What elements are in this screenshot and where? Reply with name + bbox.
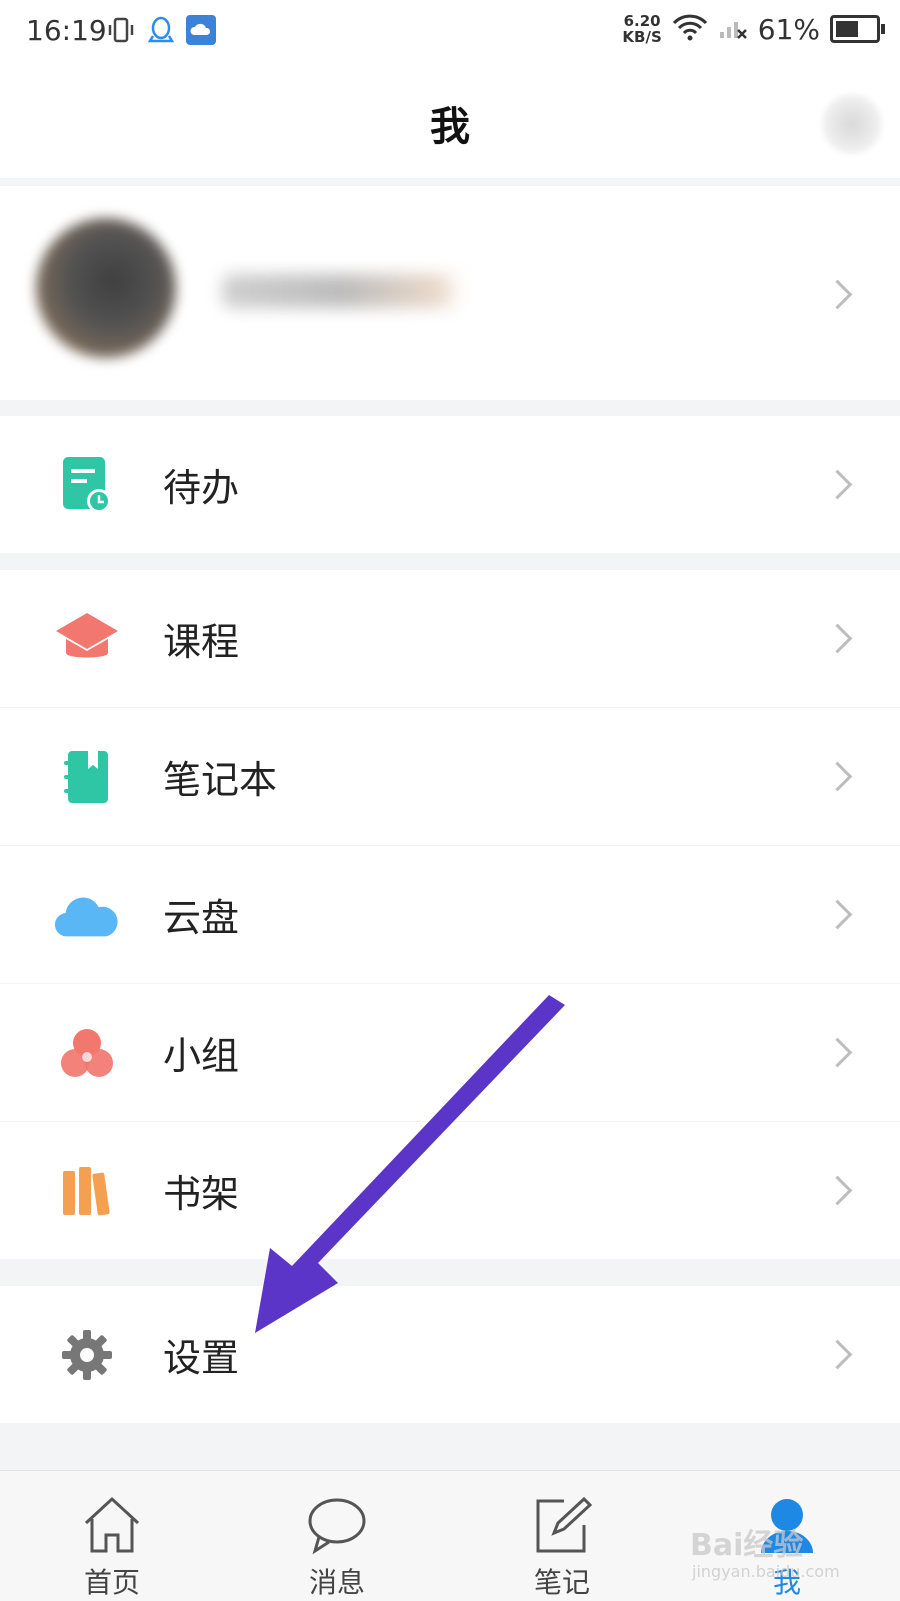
todo-icon xyxy=(54,452,120,518)
chevron-right-icon xyxy=(822,279,853,310)
vibrate-icon xyxy=(106,15,136,49)
qq-icon xyxy=(146,14,176,50)
menu-item-label: 云盘 xyxy=(163,896,240,940)
status-bar: 16:19 6.20 KB/S 61% xyxy=(0,0,900,66)
chevron-right-icon xyxy=(822,1037,853,1068)
avatar xyxy=(36,218,176,358)
chevron-right-icon xyxy=(822,1339,853,1370)
header-avatar[interactable] xyxy=(822,94,882,154)
profile-name xyxy=(222,274,462,308)
wifi-icon xyxy=(672,12,708,46)
status-time: 16:19 xyxy=(26,14,107,47)
tab-label: 笔记 xyxy=(533,1566,590,1599)
watermark-url: jingyan.baidu.com xyxy=(692,1562,840,1581)
groups-icon xyxy=(54,1020,120,1086)
net-speed: 6.20 KB/S xyxy=(622,13,661,45)
bookshelf-icon xyxy=(54,1158,120,1224)
menu-item-label: 课程 xyxy=(163,620,240,664)
notebook-icon xyxy=(54,744,120,810)
graduation-cap-icon xyxy=(54,606,120,672)
tab-home[interactable]: 首页 xyxy=(52,1493,172,1601)
chevron-right-icon xyxy=(822,623,853,654)
menu-item-bookshelf[interactable]: 书架 xyxy=(0,1121,900,1259)
status-notification-icons xyxy=(106,14,216,50)
menu-item-label: 待办 xyxy=(163,466,240,510)
menu-item-todo[interactable]: 待办 xyxy=(0,416,900,553)
tab-label: 首页 xyxy=(83,1566,140,1599)
chevron-right-icon xyxy=(822,1175,853,1206)
chevron-right-icon xyxy=(822,761,853,792)
menu-item-label: 设置 xyxy=(163,1336,240,1380)
tab-messages[interactable]: 消息 xyxy=(277,1493,397,1601)
cloud-app-icon xyxy=(186,15,216,49)
menu-item-label: 小组 xyxy=(163,1034,240,1078)
menu-item-label: 书架 xyxy=(163,1172,240,1216)
chevron-right-icon xyxy=(822,469,853,500)
menu-item-settings[interactable]: 设置 xyxy=(0,1286,900,1423)
battery-icon xyxy=(830,15,885,43)
page-title: 我 xyxy=(430,104,470,150)
battery-percent: 61% xyxy=(757,12,820,46)
page-header: 我 xyxy=(0,66,900,178)
features-group: 课程 笔记本 云盘 小组 书架 xyxy=(0,570,900,1259)
menu-item-courses[interactable]: 课程 xyxy=(0,570,900,707)
net-speed-value: 6.20 xyxy=(623,12,661,30)
chat-bubble-icon xyxy=(277,1493,397,1557)
settings-group: 设置 xyxy=(0,1286,900,1423)
profile-card[interactable] xyxy=(0,186,900,400)
watermark-brand: Bai经验 xyxy=(690,1528,804,1563)
chevron-right-icon xyxy=(822,899,853,930)
status-right-group: 6.20 KB/S 61% xyxy=(622,12,885,46)
tab-label: 消息 xyxy=(308,1566,365,1599)
menu-item-groups[interactable]: 小组 xyxy=(0,983,900,1121)
menu-item-cloud[interactable]: 云盘 xyxy=(0,845,900,983)
edit-note-icon xyxy=(502,1493,622,1557)
cloud-icon xyxy=(54,882,120,948)
menu-item-notebook[interactable]: 笔记本 xyxy=(0,707,900,845)
todo-group: 待办 xyxy=(0,416,900,553)
home-icon xyxy=(52,1493,172,1557)
signal-icon xyxy=(718,12,748,46)
menu-item-label: 笔记本 xyxy=(163,758,278,802)
net-speed-unit: KB/S xyxy=(622,28,662,46)
tab-notes[interactable]: 笔记 xyxy=(502,1493,622,1601)
gear-icon xyxy=(54,1322,120,1388)
